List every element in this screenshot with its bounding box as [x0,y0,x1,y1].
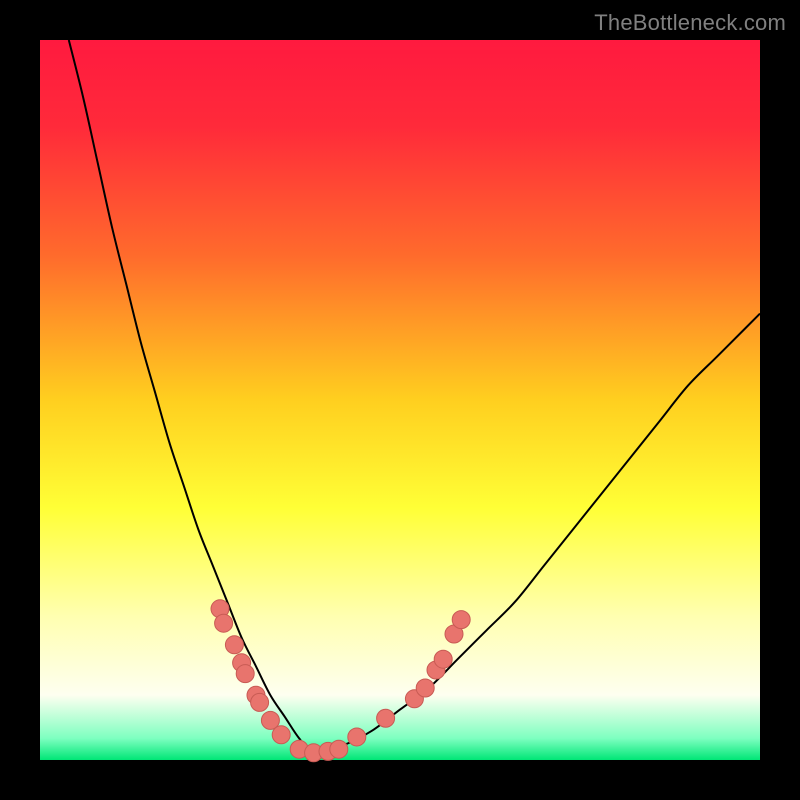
data-markers [211,600,470,762]
data-marker [377,709,395,727]
chart-overlay [40,40,760,760]
data-marker [236,665,254,683]
data-marker [272,726,290,744]
data-marker [434,650,452,668]
bottleneck-curve [69,40,760,753]
data-marker [348,728,366,746]
data-marker [416,679,434,697]
data-marker [251,693,269,711]
chart-frame: TheBottleneck.com [0,0,800,800]
watermark-text: TheBottleneck.com [594,10,786,36]
data-marker [225,636,243,654]
data-marker [330,740,348,758]
data-marker [215,614,233,632]
data-marker [452,611,470,629]
curve-path [69,40,760,753]
